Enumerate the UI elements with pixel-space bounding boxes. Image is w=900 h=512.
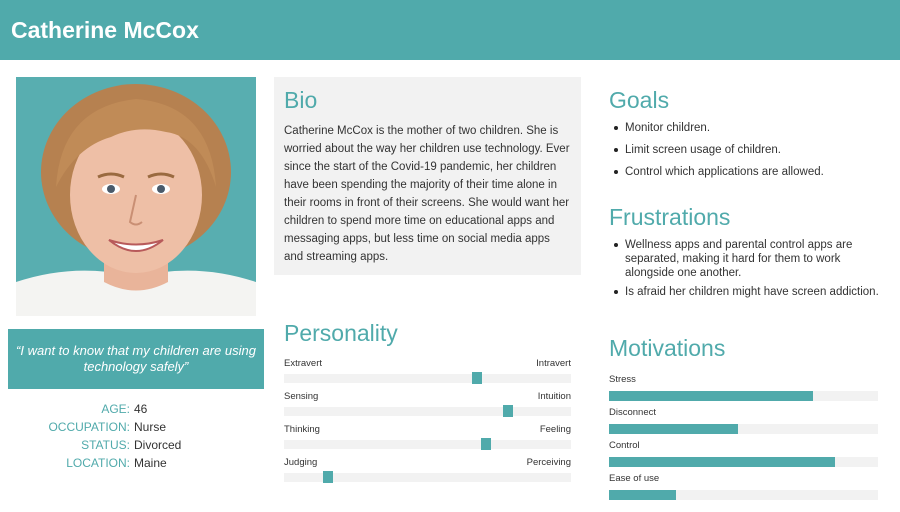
trait-marker <box>481 438 491 450</box>
trait-right-label: Intuition <box>537 391 571 402</box>
trait-track <box>284 471 571 483</box>
motivation-ease-of-use: Ease of use <box>609 473 879 506</box>
goals-section: Goals Monitor children. Limit screen usa… <box>609 87 889 187</box>
list-item: Limit screen usage of children. <box>609 143 889 157</box>
motivation-label: Disconnect <box>609 407 656 418</box>
goals-title: Goals <box>609 87 670 113</box>
fact-occupation: OCCUPATION: Nurse <box>0 420 270 438</box>
fact-value: Divorced <box>134 438 182 452</box>
motivation-track <box>609 391 878 401</box>
trait-left-label: Thinking <box>284 424 320 435</box>
goals-list: Monitor children. Limit screen usage of … <box>609 121 889 179</box>
portrait-image <box>16 77 256 316</box>
trait-marker <box>472 372 482 384</box>
fact-status: STATUS: Divorced <box>0 438 270 456</box>
persona-name: Catherine McCox <box>11 17 199 43</box>
fact-value: Maine <box>134 456 167 470</box>
motivation-track <box>609 490 878 500</box>
motivation-fill <box>609 490 677 500</box>
list-item: Is afraid her children might have screen… <box>609 285 889 299</box>
trait-right-label: Intravert <box>536 358 571 369</box>
trait-marker <box>323 471 333 483</box>
motivations-title: Motivations <box>609 335 726 361</box>
list-item: Control which applications are allowed. <box>609 165 889 179</box>
trait-right-label: Feeling <box>539 424 571 435</box>
motivation-fill <box>609 391 814 401</box>
motivation-track <box>609 424 878 434</box>
trait-right-label: Perceiving <box>526 457 571 468</box>
fact-label: LOCATION: <box>66 456 130 470</box>
fact-label: STATUS: <box>81 438 130 452</box>
personality-section: Personality Extravert Intravert Sensing … <box>284 320 571 490</box>
list-item: Wellness apps and parental control apps … <box>609 238 889 280</box>
motivation-track <box>609 457 878 467</box>
motivation-fill <box>609 457 835 467</box>
persona-facts: AGE: 46 OCCUPATION: Nurse STATUS: Divorc… <box>0 402 270 474</box>
bio-title: Bio <box>284 87 318 113</box>
trait-left-label: Sensing <box>284 391 319 402</box>
motivation-label: Ease of use <box>609 473 660 484</box>
fact-location: LOCATION: Maine <box>0 456 270 474</box>
frustrations-section: Frustrations Wellness apps and parental … <box>609 204 889 304</box>
fact-value: 46 <box>134 402 148 416</box>
trait-thinking-feeling: Thinking Feeling <box>284 424 571 457</box>
persona-quote: “I want to know that my children are usi… <box>8 329 264 389</box>
motivation-control: Control <box>609 440 879 473</box>
fact-label: AGE: <box>101 402 130 416</box>
motivation-stress: Stress <box>609 374 879 407</box>
motivation-label: Stress <box>609 374 636 385</box>
trait-left-label: Judging <box>284 457 318 468</box>
trait-extravert-intravert: Extravert Intravert <box>284 358 571 391</box>
bio-panel: Bio Catherine McCox is the mother of two… <box>274 77 581 275</box>
persona-photo <box>16 77 256 316</box>
frustrations-list: Wellness apps and parental control apps … <box>609 238 889 299</box>
trait-sensing-intuition: Sensing Intuition <box>284 391 571 424</box>
personality-title: Personality <box>284 320 398 346</box>
motivations-section: Motivations Stress Disconnect Control Ea… <box>609 335 879 506</box>
trait-track <box>284 372 571 384</box>
motivation-label: Control <box>609 440 640 451</box>
fact-label: OCCUPATION: <box>48 420 130 434</box>
list-item: Monitor children. <box>609 121 889 135</box>
trait-left-label: Extravert <box>284 358 323 369</box>
trait-judging-perceiving: Judging Perceiving <box>284 457 571 490</box>
fact-value: Nurse <box>134 420 167 434</box>
bio-text: Catherine McCox is the mother of two chi… <box>284 125 570 263</box>
trait-marker <box>503 405 513 417</box>
motivation-fill <box>609 424 739 434</box>
trait-track <box>284 405 571 417</box>
fact-age: AGE: 46 <box>0 402 270 420</box>
frustrations-title: Frustrations <box>609 204 731 230</box>
motivation-disconnect: Disconnect <box>609 407 879 440</box>
header-bar: Catherine McCox <box>0 0 900 60</box>
trait-track <box>284 438 571 450</box>
